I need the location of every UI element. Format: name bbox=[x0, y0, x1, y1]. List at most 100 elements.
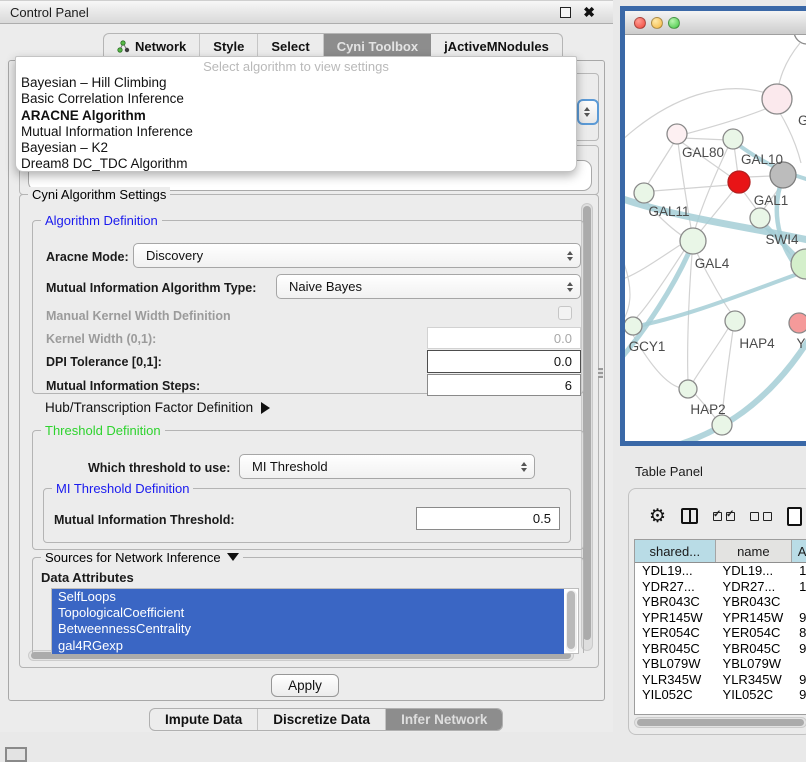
list-item[interactable]: gal4RGexp bbox=[52, 638, 564, 654]
hub-definition-expander[interactable]: Hub/Transcription Factor Definition bbox=[45, 400, 270, 415]
sources-legend[interactable]: Sources for Network Inference bbox=[41, 550, 243, 565]
panel-splitter-handle[interactable] bbox=[598, 368, 603, 378]
cell-name[interactable]: YIL052C bbox=[716, 687, 793, 703]
list-item[interactable]: TopologicalCoefficient bbox=[52, 605, 564, 621]
attributes-scrollbar-thumb[interactable] bbox=[567, 591, 575, 649]
cell-name[interactable]: YLR345W bbox=[716, 672, 793, 688]
algorithm-option[interactable]: Dream8 DC_TDC Algorithm bbox=[16, 156, 576, 172]
algorithm-option[interactable]: Mutual Information Inference bbox=[16, 124, 576, 140]
minimize-traffic-light[interactable] bbox=[651, 17, 663, 29]
cell-shared[interactable]: YDR27... bbox=[635, 579, 716, 595]
node-partial-top[interactable] bbox=[794, 35, 806, 44]
docked-panel-icon[interactable] bbox=[5, 747, 27, 762]
tab-infer-network[interactable]: Infer Network bbox=[386, 709, 502, 730]
cell-name[interactable]: YPR145W bbox=[716, 610, 793, 626]
tab-impute-data[interactable]: Impute Data bbox=[150, 709, 258, 730]
table-row[interactable]: YIL052C YIL052C 9 bbox=[635, 687, 806, 703]
cell-value[interactable] bbox=[792, 656, 806, 672]
column-header-name[interactable]: name bbox=[716, 540, 793, 562]
cell-value[interactable]: 13 bbox=[792, 563, 806, 579]
network-window-titlebar[interactable] bbox=[625, 11, 806, 35]
list-item[interactable]: BetweennessCentrality bbox=[52, 621, 564, 637]
close-icon[interactable]: ✖ bbox=[583, 5, 595, 19]
cell-shared[interactable]: YBL079W bbox=[635, 656, 716, 672]
table-horizontal-scrollbar-thumb[interactable] bbox=[637, 719, 804, 726]
node-salmon[interactable] bbox=[789, 313, 806, 333]
mi-algorithm-type-combobox[interactable]: Naive Bayes bbox=[276, 274, 581, 299]
cell-name[interactable]: YBR045C bbox=[716, 641, 793, 657]
combo-arrows-icon bbox=[521, 462, 527, 472]
algorithm-option[interactable]: Basic Correlation Inference bbox=[16, 91, 576, 107]
table-row[interactable]: YPR145W YPR145W 9. bbox=[635, 610, 806, 626]
network-canvas[interactable]: GAL GAL80 GAL10 GAL1 GAL11 SWI4 GAL4 GCY… bbox=[625, 35, 806, 441]
network-view-window: GAL GAL80 GAL10 GAL1 GAL11 SWI4 GAL4 GCY… bbox=[620, 6, 806, 446]
column-header-shared-name[interactable]: shared... bbox=[635, 540, 716, 562]
cell-value[interactable]: 8. bbox=[792, 625, 806, 641]
node-gal11[interactable] bbox=[634, 183, 654, 203]
node-gal10[interactable] bbox=[723, 129, 743, 149]
gear-icon[interactable]: ⚙ bbox=[649, 507, 666, 526]
algorithm-combo-arrow-button[interactable] bbox=[577, 99, 599, 125]
combo-arrows-icon bbox=[567, 251, 573, 261]
cell-name[interactable]: YDR27... bbox=[716, 579, 793, 595]
table-row[interactable]: YBR043C YBR043C bbox=[635, 594, 806, 610]
kernel-width-field[interactable] bbox=[427, 327, 581, 349]
which-threshold-combobox[interactable]: MI Threshold bbox=[239, 454, 535, 479]
table-row[interactable]: YLR345W YLR345W 9. bbox=[635, 672, 806, 688]
node-swi4[interactable] bbox=[750, 208, 770, 228]
node-hap4[interactable] bbox=[725, 311, 745, 331]
cell-name[interactable]: YER054C bbox=[716, 625, 793, 641]
settings-vertical-scrollbar-thumb[interactable] bbox=[583, 206, 591, 640]
table-row[interactable]: YBL079W YBL079W bbox=[635, 656, 806, 672]
cell-value[interactable]: 9. bbox=[792, 641, 806, 657]
apply-button[interactable]: Apply bbox=[271, 674, 339, 697]
document-icon[interactable] bbox=[787, 507, 802, 526]
float-window-icon[interactable] bbox=[560, 7, 571, 18]
mi-threshold-field[interactable] bbox=[416, 507, 560, 530]
algorithm-option[interactable]: Bayesian – K2 bbox=[16, 140, 576, 156]
cell-value[interactable]: 9 bbox=[792, 687, 806, 703]
cell-value[interactable]: 9. bbox=[792, 610, 806, 626]
node-partial-bottom[interactable] bbox=[712, 415, 732, 435]
node-hap2[interactable] bbox=[679, 380, 697, 398]
table-row[interactable]: YER054C YER054C 8. bbox=[635, 625, 806, 641]
node-gal-pink[interactable] bbox=[762, 84, 792, 114]
list-item[interactable]: SelfLoops bbox=[52, 589, 564, 605]
cell-shared[interactable]: YPR145W bbox=[635, 610, 716, 626]
columns-icon[interactable] bbox=[681, 508, 698, 524]
cell-shared[interactable]: YER054C bbox=[635, 625, 716, 641]
table-row[interactable]: YDR27... YDR27... 12 bbox=[635, 579, 806, 595]
table-horizontal-scrollbar[interactable] bbox=[634, 717, 806, 728]
column-header-partial[interactable]: A bbox=[792, 540, 806, 562]
cell-name[interactable]: YBR043C bbox=[716, 594, 793, 610]
cell-shared[interactable]: YDL19... bbox=[635, 563, 716, 579]
cell-value[interactable]: 9. bbox=[792, 672, 806, 688]
cell-shared[interactable]: YLR345W bbox=[635, 672, 716, 688]
dpi-tolerance-field[interactable] bbox=[427, 350, 581, 373]
deselect-all-checkboxes-icon[interactable] bbox=[750, 512, 772, 521]
select-all-checkboxes-icon[interactable] bbox=[713, 512, 735, 521]
node-gal80[interactable] bbox=[667, 124, 687, 144]
cell-name[interactable]: YBL079W bbox=[716, 656, 793, 672]
cell-shared[interactable]: YBR045C bbox=[635, 641, 716, 657]
cell-shared[interactable]: YBR043C bbox=[635, 594, 716, 610]
aracne-mode-combobox[interactable]: Discovery bbox=[133, 243, 581, 268]
node-gal1-red[interactable] bbox=[728, 171, 750, 193]
close-traffic-light[interactable] bbox=[634, 17, 646, 29]
node-gcy1[interactable] bbox=[625, 317, 642, 335]
cell-value[interactable]: 12 bbox=[792, 579, 806, 595]
tab-discretize-data[interactable]: Discretize Data bbox=[258, 709, 386, 730]
table-row[interactable]: YDL19... YDL19... 13 bbox=[635, 563, 806, 579]
table-row[interactable]: YBR045C YBR045C 9. bbox=[635, 641, 806, 657]
attributes-scrollbar[interactable] bbox=[566, 590, 577, 652]
data-attributes-list: SelfLoops TopologicalCoefficient Between… bbox=[51, 588, 579, 654]
algorithm-option-selected[interactable]: ARACNE Algorithm bbox=[16, 108, 576, 124]
algorithm-option[interactable]: Bayesian – Hill Climbing bbox=[16, 75, 576, 91]
cell-shared[interactable]: YIL052C bbox=[635, 687, 716, 703]
mi-steps-field[interactable] bbox=[427, 374, 581, 396]
zoom-traffic-light[interactable] bbox=[668, 17, 680, 29]
node-gal4[interactable] bbox=[680, 228, 706, 254]
cell-value[interactable] bbox=[792, 594, 806, 610]
cell-name[interactable]: YDL19... bbox=[716, 563, 793, 579]
manual-kernel-width-checkbox[interactable] bbox=[558, 306, 572, 320]
